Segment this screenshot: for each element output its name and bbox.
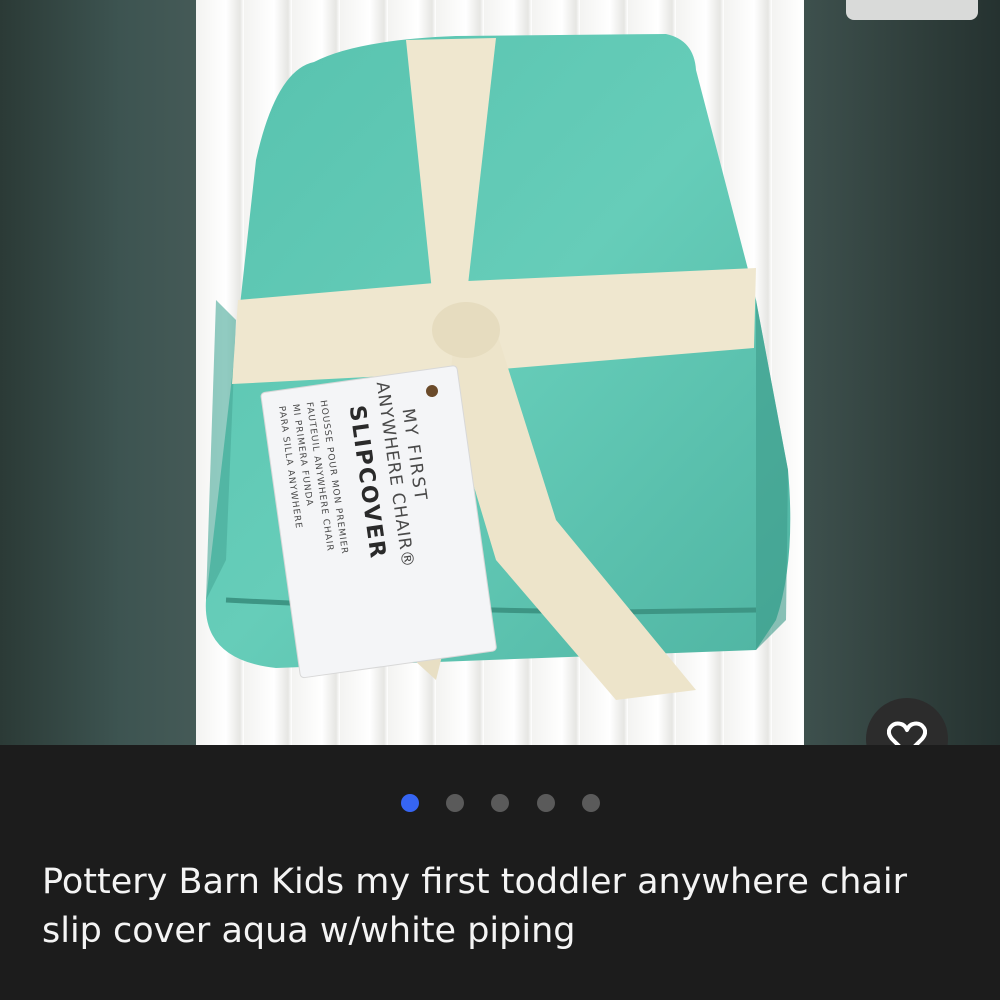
pagination-dot-5[interactable] [582, 794, 600, 812]
pagination-dot-3[interactable] [491, 794, 509, 812]
product-photo[interactable]: MY FIRST ANYWHERE CHAIR® SLIPCOVER HOUSS… [196, 0, 804, 745]
product-photo-illustration: MY FIRST ANYWHERE CHAIR® SLIPCOVER HOUSS… [205, 34, 791, 700]
favorite-button[interactable] [866, 698, 948, 745]
pagination-dot-2[interactable] [446, 794, 464, 812]
gallery-pagination [0, 794, 1000, 814]
product-title: Pottery Barn Kids my first toddler anywh… [42, 862, 908, 951]
image-gallery[interactable]: MY FIRST ANYWHERE CHAIR® SLIPCOVER HOUSS… [0, 0, 1000, 745]
top-overlay-pill [846, 0, 978, 20]
pagination-dot-4[interactable] [537, 794, 555, 812]
pagination-dot-1[interactable] [401, 794, 419, 812]
heart-outline-icon [887, 721, 927, 745]
